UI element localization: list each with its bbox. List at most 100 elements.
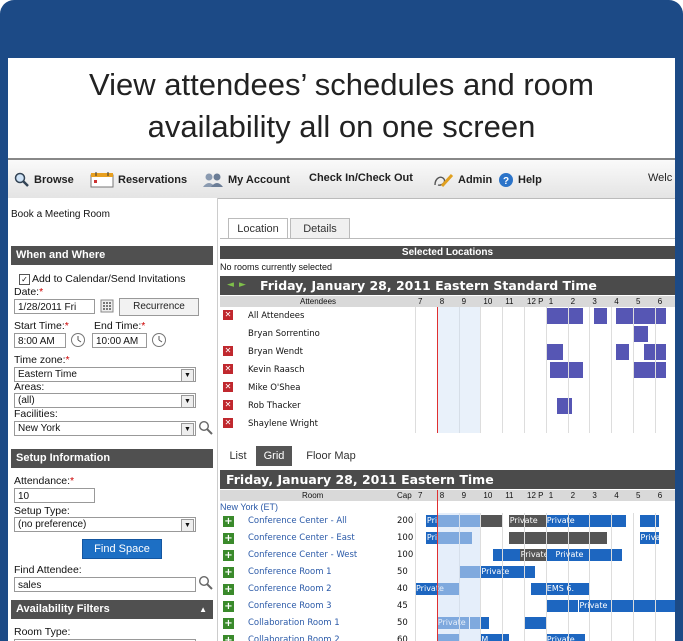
add-room-icon[interactable]: + xyxy=(223,635,234,641)
view-tab-list[interactable]: List xyxy=(224,446,252,466)
end-time-input[interactable]: 10:00 AM xyxy=(92,333,147,348)
grid-line xyxy=(589,307,591,433)
busy-block xyxy=(633,362,666,378)
booking-block[interactable] xyxy=(606,549,623,561)
start-time-label: Start Time:* xyxy=(14,320,69,332)
prev-day-icon[interactable]: ◄ xyxy=(227,276,234,295)
attendance-input[interactable]: 10 xyxy=(14,488,95,503)
nav-admin[interactable]: Admin xyxy=(432,172,492,188)
group-new-york[interactable]: New York (ET) xyxy=(220,502,278,512)
remove-attendee-icon[interactable]: ✕ xyxy=(223,418,233,428)
booking-block[interactable] xyxy=(493,549,520,561)
calendar-grid-icon[interactable] xyxy=(100,299,114,313)
find-attendee-input[interactable]: sales xyxy=(14,577,196,592)
add-room-icon[interactable]: + xyxy=(223,516,234,527)
add-room-icon[interactable]: + xyxy=(223,618,234,629)
calendar-icon xyxy=(90,172,114,188)
nav-browse-label: Browse xyxy=(34,174,74,186)
hour-label: 2 xyxy=(570,491,576,500)
nav-help[interactable]: ? Help xyxy=(498,172,542,188)
booking-block[interactable]: EMS 6.0 F xyxy=(545,583,575,595)
booking-block[interactable]: M xyxy=(480,634,509,641)
room-name-link[interactable]: Conference Room 2 xyxy=(248,584,332,594)
booking-block[interactable]: Private xyxy=(425,532,437,544)
booking-block[interactable] xyxy=(639,515,660,527)
areas-select[interactable]: (all) ▼ xyxy=(14,393,196,408)
tab-location[interactable]: Location xyxy=(228,218,288,239)
view-tab-floor-map[interactable]: Floor Map xyxy=(300,446,362,466)
attendee-name: Bryan Sorrentino xyxy=(248,329,320,339)
booking-block[interactable] xyxy=(530,583,546,595)
attendee-name: Rob Thacker xyxy=(248,401,301,411)
booking-block[interactable] xyxy=(524,617,546,629)
grid-line xyxy=(502,513,504,641)
section-when-where: When and Where xyxy=(11,246,213,265)
add-room-icon[interactable]: + xyxy=(223,550,234,561)
booking-block[interactable]: Private xyxy=(639,532,660,544)
booking-block[interactable]: Private xyxy=(425,515,437,527)
booking-block[interactable]: Private xyxy=(508,515,546,527)
booking-block[interactable]: Private xyxy=(554,549,607,561)
booking-block[interactable] xyxy=(574,583,590,595)
booking-block[interactable] xyxy=(519,566,535,578)
search-icon[interactable] xyxy=(198,575,214,591)
add-room-icon[interactable]: + xyxy=(223,533,234,544)
grid-line xyxy=(415,513,416,641)
nav-reservations[interactable]: Reservations xyxy=(90,172,187,188)
booking-block[interactable] xyxy=(545,549,555,561)
room-name-link[interactable]: Conference Center - East xyxy=(248,533,355,543)
view-tab-grid[interactable]: Grid xyxy=(256,446,292,466)
booking-block[interactable]: Private xyxy=(545,515,627,527)
booking-block[interactable]: Private xyxy=(578,600,675,612)
booking-block[interactable]: Private xyxy=(545,634,586,641)
chevron-down-icon: ▼ xyxy=(181,395,194,408)
facilities-select[interactable]: New York ▼ xyxy=(14,421,196,436)
nav-welcome: Welc xyxy=(648,172,672,184)
collapse-up-icon[interactable]: ▲ xyxy=(199,600,207,619)
add-calendar-checkbox[interactable]: ✓ xyxy=(19,273,30,285)
busy-block xyxy=(556,398,572,414)
clock-icon[interactable] xyxy=(151,332,167,348)
date-input[interactable]: 1/28/2011 Fri xyxy=(14,299,95,314)
room-name-link[interactable]: Collaboration Room 2 xyxy=(248,635,340,641)
add-room-icon[interactable]: + xyxy=(223,584,234,595)
hour-label: 12 P xyxy=(527,297,544,306)
remove-attendee-icon[interactable]: ✕ xyxy=(223,346,233,356)
room-name-link[interactable]: Conference Center - West xyxy=(248,550,357,560)
hour-label: 5 xyxy=(636,491,641,500)
add-calendar-label: Add to Calendar/Send Invitations xyxy=(32,273,186,285)
setup-type-select[interactable]: (no preference) ▼ xyxy=(14,517,196,532)
section-availability-filters[interactable]: Availability Filters ▲ xyxy=(11,600,213,619)
start-time-input[interactable]: 8:00 AM xyxy=(14,333,66,348)
add-calendar-row[interactable]: ✓ Add to Calendar/Send Invitations xyxy=(19,273,186,285)
booking-block[interactable] xyxy=(545,600,579,612)
hour-label: 10 xyxy=(483,297,493,306)
find-space-button[interactable]: Find Space xyxy=(82,539,162,559)
sidebar: Book a Meeting Room When and Where ✓ Add… xyxy=(8,198,218,641)
room-name-link[interactable]: Conference Room 1 xyxy=(248,567,332,577)
room-name-link[interactable]: Conference Room 3 xyxy=(248,601,332,611)
nav-my-account[interactable]: My Account xyxy=(202,172,290,188)
remove-attendee-icon[interactable]: ✕ xyxy=(223,364,233,374)
clock-icon[interactable] xyxy=(70,332,86,348)
add-room-icon[interactable]: + xyxy=(223,601,234,612)
search-icon[interactable] xyxy=(198,420,214,436)
room-name-link[interactable]: Collaboration Room 1 xyxy=(248,618,340,628)
next-day-icon[interactable]: ► xyxy=(239,276,246,295)
remove-attendee-icon[interactable]: ✕ xyxy=(223,382,233,392)
timezone-select[interactable]: Eastern Time ▼ xyxy=(14,367,196,382)
remove-attendee-icon[interactable]: ✕ xyxy=(223,400,233,410)
room-name-link[interactable]: Conference Center - All xyxy=(248,516,347,526)
tab-details[interactable]: Details xyxy=(290,218,350,239)
booking-block[interactable] xyxy=(508,532,546,544)
busy-block xyxy=(615,344,629,360)
booking-block[interactable] xyxy=(545,532,607,544)
grid-line xyxy=(480,307,482,433)
recurrence-button[interactable]: Recurrence xyxy=(119,298,199,316)
nav-browse[interactable]: Browse xyxy=(14,172,74,188)
remove-attendee-icon[interactable]: ✕ xyxy=(223,310,233,320)
booking-block[interactable]: Private xyxy=(480,566,520,578)
booking-block[interactable] xyxy=(480,515,503,527)
nav-checkin[interactable]: Check In/Check Out xyxy=(309,172,413,184)
add-room-icon[interactable]: + xyxy=(223,567,234,578)
